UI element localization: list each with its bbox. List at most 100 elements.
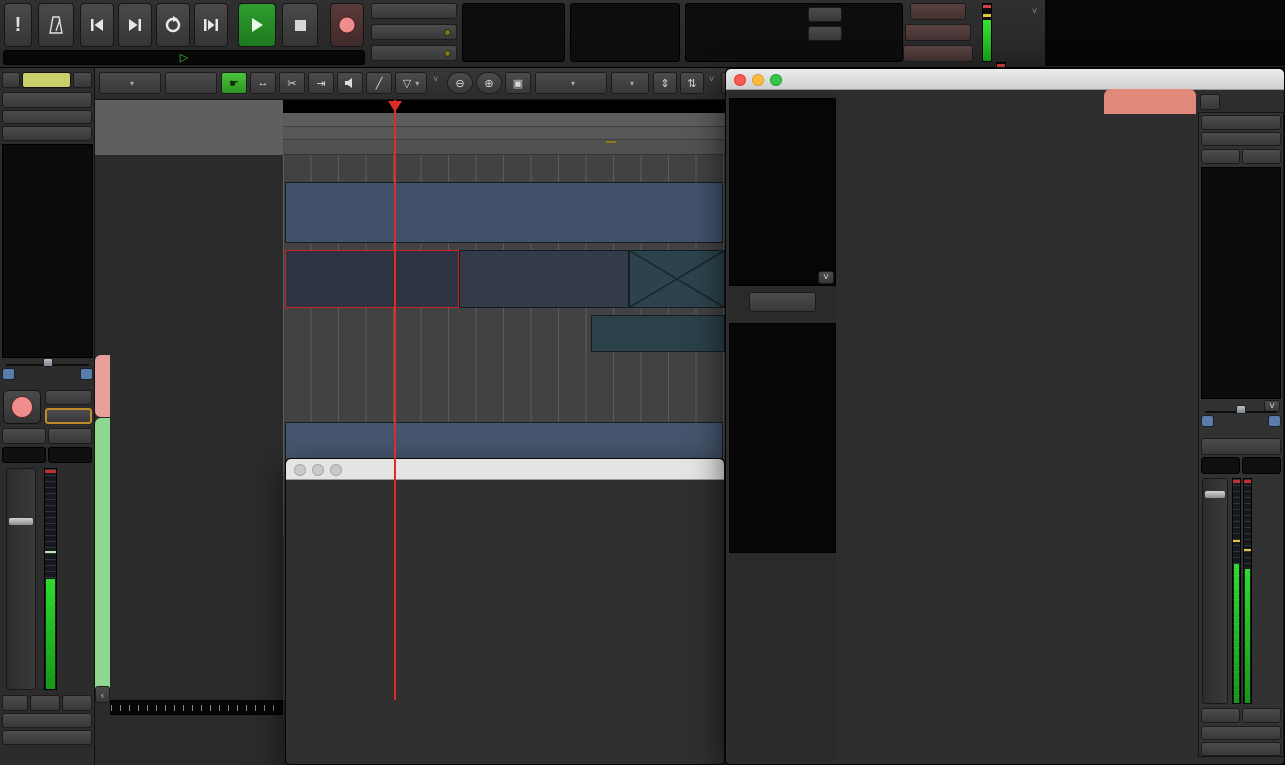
smart-mode-button[interactable] [165,72,217,94]
error-log-button[interactable]: ! [4,3,32,47]
edit-mode-dropdown[interactable]: ▾ [99,72,161,94]
comments-button[interactable] [2,730,92,745]
zoom-out-button[interactable]: ⊖ [447,72,473,94]
master-input-button[interactable] [1201,132,1281,146]
metering-point-button[interactable] [2,695,28,711]
gain-display[interactable] [1201,457,1240,474]
phase-2-button[interactable] [1242,149,1281,164]
gain-display[interactable] [2,447,46,463]
audition-button[interactable] [905,24,971,41]
scroll-left-button[interactable]: ‹ [95,686,110,703]
punch-out-button[interactable] [808,26,842,41]
track-color-chip[interactable] [22,72,71,88]
close-window-icon[interactable] [734,74,746,86]
zoom-overflow-chevron[interactable]: ˅ [709,74,714,84]
secondary-clock[interactable] [570,3,680,62]
phase-button[interactable] [2,126,92,141]
zoom-fit-button[interactable]: ▣ [505,72,531,94]
group-tab-keys[interactable] [95,355,110,417]
solo-location-marker[interactable] [606,141,616,143]
mute-button[interactable] [2,428,46,444]
pan-handle[interactable] [42,358,53,367]
hide-strip-button[interactable] [73,72,92,88]
narrow-strip-button[interactable] [2,72,20,88]
strip-name-button[interactable] [2,92,92,108]
monitor-input-button[interactable] [45,390,92,405]
edit-internal-tool-button[interactable]: ▽ ▾ [395,72,427,94]
fader-handle[interactable] [1204,490,1226,500]
master-narrow-button[interactable] [1200,94,1220,110]
zoom-focus-dropdown[interactable]: ▾ [535,72,607,94]
pan-control[interactable] [2,356,93,384]
monitor-disk-button[interactable] [45,408,92,424]
strips-scroll-chevron[interactable]: ˅ [818,271,834,284]
group-tab-guitar[interactable] [95,418,110,700]
cut-tool-button[interactable]: ✂ [279,72,305,94]
record-button[interactable] [330,3,364,47]
goto-end-button[interactable] [118,3,152,47]
strips-list[interactable]: ˅ [729,98,836,286]
sync-source-button[interactable] [371,3,457,19]
gain-fader[interactable] [6,468,36,690]
goto-start-button[interactable] [80,3,114,47]
audio-region-bass[interactable] [285,182,723,243]
audition-tool-button[interactable] [337,72,363,94]
play-button[interactable] [238,3,276,47]
stretch-tool-button[interactable]: ⇥ [308,72,334,94]
solo-button[interactable] [48,428,92,444]
solo-button[interactable] [910,3,966,20]
processor-box[interactable] [2,144,93,358]
processor-box[interactable]: ˅ [1201,167,1281,412]
editor-summary[interactable] [110,700,283,715]
feedback-button[interactable] [903,45,973,62]
overdub-region[interactable] [285,250,459,308]
output-button[interactable] [1201,726,1281,740]
add-strip-button[interactable] [749,292,816,312]
comments-button[interactable] [1201,742,1281,756]
stop-button[interactable] [282,3,318,47]
auto-return-button[interactable] [371,45,457,61]
fader-position-button[interactable] [1242,708,1281,723]
pan-control[interactable] [1201,403,1281,433]
crossfade-region[interactable] [629,250,725,308]
timecode-ruler[interactable] [283,100,727,113]
metering-point-button[interactable] [1201,708,1240,723]
master-name-button[interactable] [1201,115,1281,130]
metronome-button[interactable] [38,3,74,47]
shrink-tracks-button[interactable]: ⇅ [680,72,704,94]
mixer-titlebar[interactable] [726,69,1284,90]
punch-in-button[interactable] [808,7,842,22]
fader-position-button[interactable] [62,695,92,711]
cd-markers-ruler[interactable] [283,127,727,140]
range-tool-button[interactable]: ↔ [250,72,276,94]
audio-region-vocal[interactable] [459,250,629,308]
follow-edits-button[interactable] [371,24,457,40]
loop-punch-ruler[interactable] [283,113,727,127]
peak-display[interactable] [48,447,92,463]
zoom-window-icon[interactable] [770,74,782,86]
draw-tool-button[interactable]: ╱ [366,72,392,94]
record-arm-button[interactable] [3,390,41,424]
close-window-icon[interactable] [294,464,306,476]
peak-display[interactable] [1242,457,1281,474]
pan-handle[interactable] [1236,405,1246,414]
grab-tool-button[interactable]: ☛ [221,72,247,94]
mute-button[interactable] [1201,438,1281,455]
play-range-button[interactable] [194,3,228,47]
loop-button[interactable] [156,3,190,47]
location-markers-ruler[interactable] [283,140,727,155]
output-button[interactable] [2,713,92,728]
gain-fader[interactable] [1202,478,1228,704]
toolbar-collapse-chevron[interactable]: ˅ [1032,6,1037,16]
expand-tracks-button[interactable]: ⇕ [653,72,677,94]
minimize-window-icon[interactable] [752,74,764,86]
phase-1-button[interactable] [1201,149,1240,164]
zoom-in-button[interactable]: ⊕ [476,72,502,94]
edit-point-dropdown[interactable]: ▾ [611,72,649,94]
fader-handle[interactable] [8,517,34,527]
tools-overflow-chevron[interactable]: ˅ [433,74,438,84]
claps-region[interactable] [591,315,725,352]
groups-list[interactable] [729,323,836,553]
group-button[interactable] [30,695,60,711]
input-button[interactable] [2,110,92,124]
